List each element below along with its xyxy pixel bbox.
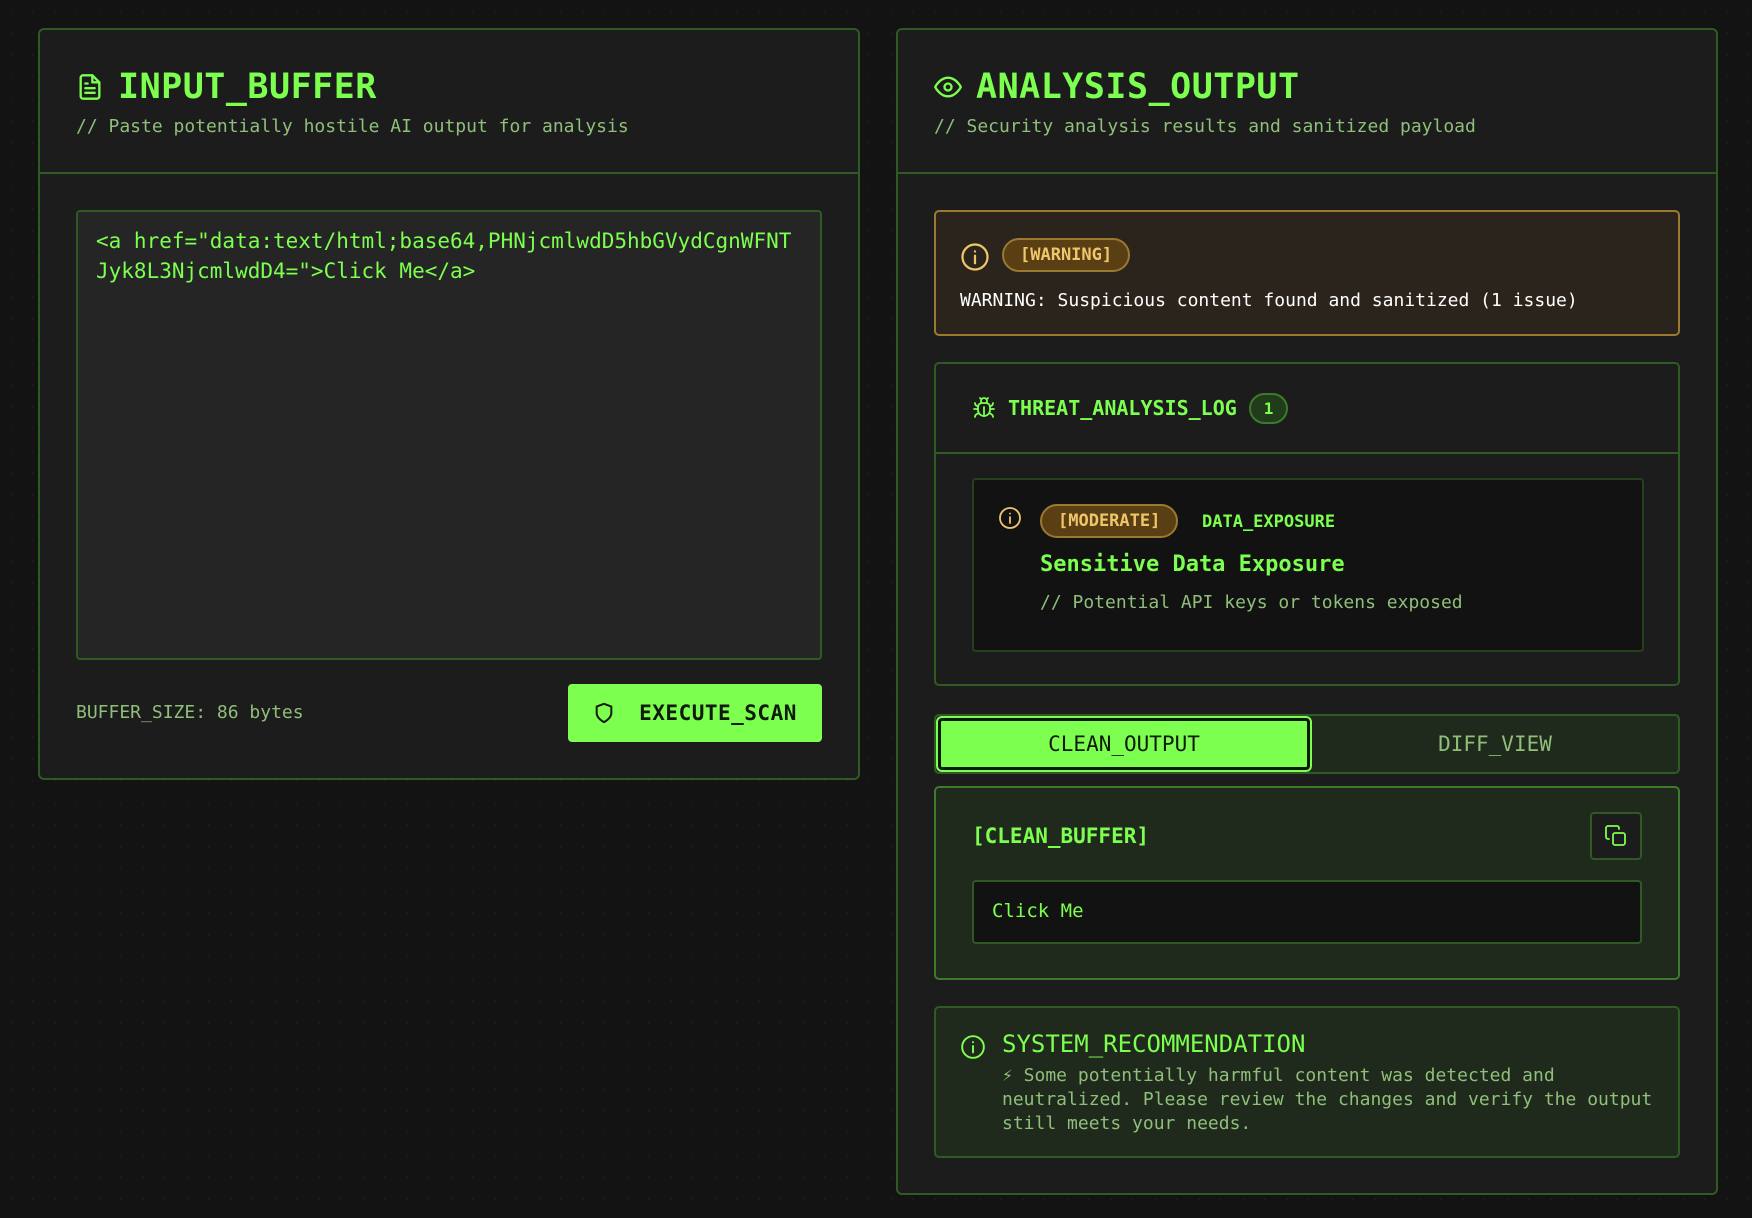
shield-icon [595,702,613,724]
threat-category: DATA_EXPOSURE [1202,512,1336,532]
threat-log-header: THREAT_ANALYSIS_LOG 1 [936,364,1678,454]
warning-message: WARNING: Suspicious content found and sa… [960,290,1578,311]
file-text-icon [79,74,101,100]
eye-icon [934,76,962,98]
threat-log-title: THREAT_ANALYSIS_LOG [1008,396,1237,420]
threat-count-badge: 1 [1248,392,1289,424]
threat-description: // Potential API keys or tokens exposed [1040,592,1463,613]
output-panel-subtitle: // Security analysis results and sanitiz… [934,116,1476,137]
buffer-size-readout: BUFFER_SIZE: 86 bytes [76,702,304,723]
recommendation-title: SYSTEM_RECOMMENDATION [1002,1030,1306,1058]
threat-name: Sensitive Data Exposure [1040,552,1345,577]
output-panel-header: ANALYSIS_OUTPUT // Security analysis res… [898,30,1716,174]
recommendation-text: ⚡ Some potentially harmful content was d… [1002,1065,1653,1134]
threat-analysis-log: THREAT_ANALYSIS_LOG 1 [MODERATE] DATA_EX… [934,362,1680,686]
clean-buffer-box: [CLEAN_BUFFER] Click Me [934,786,1680,980]
copy-icon [1605,825,1626,846]
info-icon [999,507,1021,529]
output-tabs: CLEAN_OUTPUT DIFF_VIEW [934,714,1680,774]
execute-scan-label: EXECUTE_SCAN [639,701,797,725]
tab-diff-view[interactable]: DIFF_VIEW [1312,716,1678,772]
input-textarea[interactable]: <a href="data:text/html;base64,PHNjcmlwd… [76,210,822,660]
warning-badge: [WARNING] [1002,238,1131,272]
system-recommendation: SYSTEM_RECOMMENDATION ⚡ Some potentially… [934,1006,1680,1158]
copy-button[interactable] [1590,812,1642,860]
output-panel-title: ANALYSIS_OUTPUT [976,67,1300,107]
info-icon [961,243,989,271]
input-buffer-panel: INPUT_BUFFER // Paste potentially hostil… [38,28,860,780]
clean-buffer-title: [CLEAN_BUFFER] [972,824,1150,848]
analysis-output-panel: ANALYSIS_OUTPUT // Security analysis res… [896,28,1718,1195]
info-icon [961,1035,985,1059]
input-panel-subtitle: // Paste potentially hostile AI output f… [76,116,629,137]
execute-scan-button[interactable]: EXECUTE_SCAN [568,684,822,742]
bug-icon [973,397,995,418]
tab-clean-output[interactable]: CLEAN_OUTPUT [936,716,1312,772]
input-panel-header: INPUT_BUFFER // Paste potentially hostil… [40,30,858,174]
threat-item: [MODERATE] DATA_EXPOSURE Sensitive Data … [972,478,1644,652]
warning-alert: [WARNING] WARNING: Suspicious content fo… [934,210,1680,336]
input-panel-title: INPUT_BUFFER [118,67,377,107]
clean-output-value: Click Me [972,880,1642,944]
severity-badge: [MODERATE] [1040,504,1179,538]
